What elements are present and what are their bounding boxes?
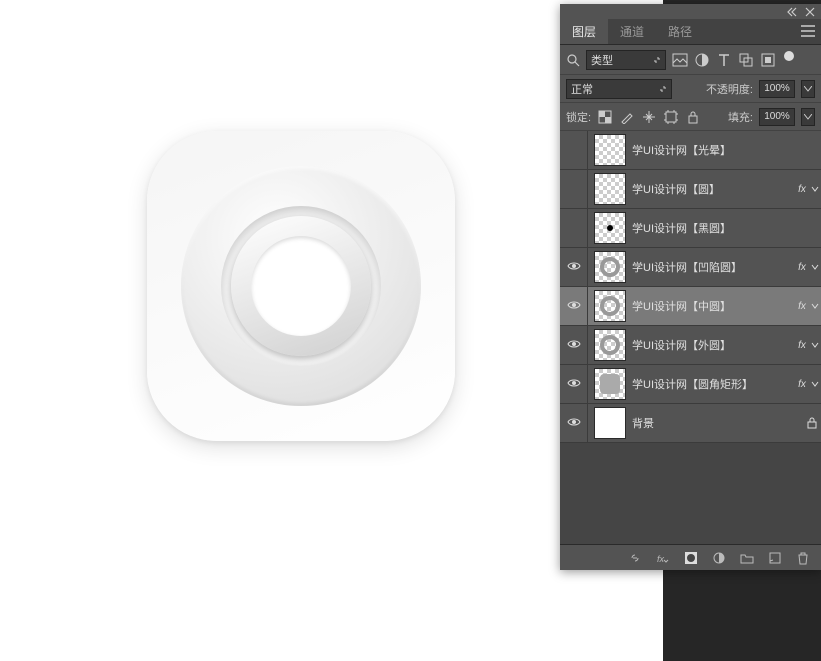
- visibility-toggle[interactable]: [560, 404, 588, 442]
- expand-fx-icon[interactable]: [809, 341, 821, 349]
- lock-position-icon[interactable]: [641, 109, 657, 125]
- layer-thumbnail[interactable]: [594, 329, 626, 361]
- adjustment-add-icon[interactable]: [711, 550, 727, 566]
- expand-fx-icon[interactable]: [809, 302, 821, 310]
- visibility-toggle[interactable]: [560, 365, 588, 403]
- fill-dropdown[interactable]: [801, 108, 815, 126]
- filter-toggle-icon[interactable]: [784, 51, 794, 61]
- visibility-toggle[interactable]: [560, 326, 588, 364]
- link-layers-icon[interactable]: [627, 550, 643, 566]
- layer-item[interactable]: 学UI设计网【中圆】fx: [560, 287, 821, 326]
- visibility-toggle[interactable]: [560, 248, 588, 286]
- layer-name[interactable]: 学UI设计网【中圆】: [632, 298, 795, 314]
- layer-item[interactable]: 学UI设计网【圆】fx: [560, 170, 821, 209]
- panel-footer: fx: [560, 544, 821, 570]
- fx-indicator[interactable]: fx: [795, 301, 809, 312]
- fill-field[interactable]: 100%: [759, 108, 795, 126]
- layer-thumbnail[interactable]: [594, 212, 626, 244]
- filter-type-select[interactable]: 类型: [586, 50, 666, 70]
- layer-item[interactable]: 背景: [560, 404, 821, 443]
- filter-smart-icon[interactable]: [760, 52, 776, 68]
- lock-pixels-icon[interactable]: [619, 109, 635, 125]
- lock-label: 锁定:: [566, 109, 591, 125]
- mask-add-icon[interactable]: [683, 550, 699, 566]
- layer-item[interactable]: 学UI设计网【圆角矩形】fx: [560, 365, 821, 404]
- new-layer-icon[interactable]: [767, 550, 783, 566]
- layer-item[interactable]: 学UI设计网【外圆】fx: [560, 326, 821, 365]
- visibility-toggle[interactable]: [560, 287, 588, 325]
- fx-indicator[interactable]: fx: [795, 379, 809, 390]
- layer-name[interactable]: 学UI设计网【圆角矩形】: [632, 376, 795, 392]
- blend-mode-select[interactable]: 正常: [566, 79, 672, 99]
- filter-adjust-icon[interactable]: [694, 52, 710, 68]
- filter-type-label: 类型: [591, 52, 613, 68]
- layers-panel: 图层 通道 路径 类型 正常 不透明度: 100% 锁定:: [560, 4, 821, 570]
- opacity-label: 不透明度:: [706, 81, 753, 97]
- panel-menu-icon[interactable]: [801, 25, 815, 37]
- visibility-toggle[interactable]: [560, 131, 588, 169]
- layer-name[interactable]: 背景: [632, 415, 803, 431]
- layer-thumbnail[interactable]: [594, 134, 626, 166]
- layer-item[interactable]: 学UI设计网【凹陷圆】fx: [560, 248, 821, 287]
- filter-shape-icon[interactable]: [738, 52, 754, 68]
- search-icon[interactable]: [566, 53, 580, 67]
- close-panel-icon[interactable]: [805, 7, 815, 17]
- collapse-panel-icon[interactable]: [787, 7, 797, 17]
- layer-name[interactable]: 学UI设计网【黑圆】: [632, 220, 821, 236]
- blend-row: 正常 不透明度: 100%: [560, 75, 821, 103]
- layer-item[interactable]: 学UI设计网【黑圆】: [560, 209, 821, 248]
- fill-label: 填充:: [728, 109, 753, 125]
- layer-thumbnail[interactable]: [594, 173, 626, 205]
- expand-fx-icon[interactable]: [809, 380, 821, 388]
- expand-fx-icon[interactable]: [809, 263, 821, 271]
- fx-indicator[interactable]: fx: [795, 340, 809, 351]
- tab-paths[interactable]: 路径: [656, 19, 704, 44]
- layer-name[interactable]: 学UI设计网【外圆】: [632, 337, 795, 353]
- filter-image-icon[interactable]: [672, 52, 688, 68]
- icon-squircle: [147, 131, 455, 441]
- lock-transparent-icon[interactable]: [597, 109, 613, 125]
- filter-row: 类型: [560, 45, 821, 75]
- panel-header: [560, 4, 821, 19]
- layer-thumbnail[interactable]: [594, 368, 626, 400]
- tab-channels[interactable]: 通道: [608, 19, 656, 44]
- layer-list: 学UI设计网【光晕】学UI设计网【圆】fx学UI设计网【黑圆】学UI设计网【凹陷…: [560, 131, 821, 544]
- visibility-toggle[interactable]: [560, 170, 588, 208]
- lock-all-icon[interactable]: [685, 109, 701, 125]
- layer-thumbnail[interactable]: [594, 251, 626, 283]
- layer-name[interactable]: 学UI设计网【圆】: [632, 181, 795, 197]
- delete-layer-icon[interactable]: [795, 550, 811, 566]
- lock-artboard-icon[interactable]: [663, 109, 679, 125]
- layer-thumbnail[interactable]: [594, 290, 626, 322]
- layer-thumbnail[interactable]: [594, 407, 626, 439]
- fx-indicator[interactable]: fx: [795, 262, 809, 273]
- lock-row: 锁定: 填充: 100%: [560, 103, 821, 131]
- visibility-toggle[interactable]: [560, 209, 588, 247]
- blend-mode-value: 正常: [571, 81, 593, 97]
- opacity-field[interactable]: 100%: [759, 80, 795, 98]
- opacity-dropdown[interactable]: [801, 80, 815, 98]
- fx-add-icon[interactable]: fx: [655, 550, 671, 566]
- layer-name[interactable]: 学UI设计网【凹陷圆】: [632, 259, 795, 275]
- panel-tabs: 图层 通道 路径: [560, 19, 821, 45]
- group-add-icon[interactable]: [739, 550, 755, 566]
- svg-text:fx: fx: [657, 554, 665, 564]
- fx-indicator[interactable]: fx: [795, 184, 809, 195]
- filter-text-icon[interactable]: [716, 52, 732, 68]
- layer-name[interactable]: 学UI设计网【光晕】: [632, 142, 821, 158]
- tab-layers[interactable]: 图层: [560, 19, 608, 44]
- expand-fx-icon[interactable]: [809, 185, 821, 193]
- layer-item[interactable]: 学UI设计网【光晕】: [560, 131, 821, 170]
- lock-indicator-icon: [803, 417, 821, 429]
- inner-circle: [251, 236, 351, 336]
